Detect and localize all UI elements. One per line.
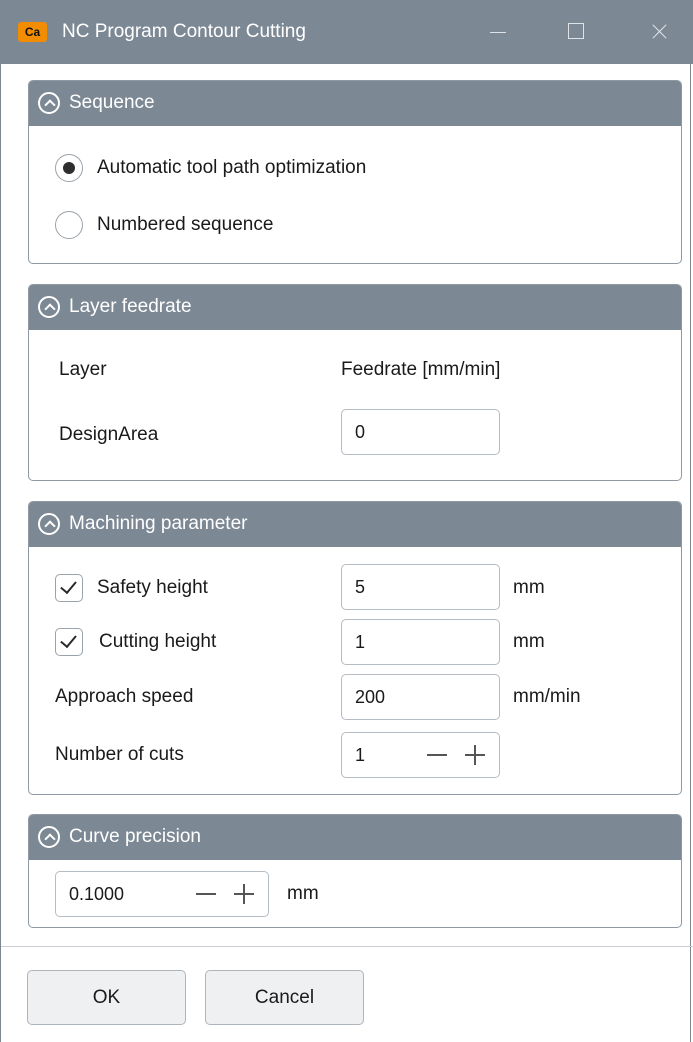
plus-icon[interactable] — [465, 745, 485, 765]
window-title: NC Program Contour Cutting — [62, 21, 306, 42]
close-button[interactable] — [644, 17, 674, 47]
number-of-cuts-label: Number of cuts — [55, 744, 184, 765]
curve-precision-header[interactable]: Curve precision — [29, 815, 681, 860]
minus-icon[interactable] — [196, 893, 216, 895]
footer-divider — [1, 946, 693, 947]
chevron-up-icon[interactable] — [38, 296, 60, 318]
app-logo-icon: Ca — [18, 22, 47, 42]
feedrate-column-header: Feedrate [mm/min] — [341, 359, 501, 380]
number-of-cuts-stepper[interactable]: 1 — [341, 732, 500, 778]
safety-height-unit: mm — [513, 577, 545, 598]
cancel-button[interactable]: Cancel — [205, 970, 364, 1025]
title-bar: Ca NC Program Contour Cutting — [1, 0, 693, 64]
cutting-height-label[interactable]: Cutting height — [99, 630, 216, 654]
layer-column-header: Layer — [59, 359, 107, 380]
minimize-icon — [490, 32, 506, 33]
machining-group: Machining parameter Safety height 5 mm C… — [28, 501, 682, 795]
maximize-icon — [568, 23, 584, 39]
machining-title: Machining parameter — [69, 513, 248, 534]
auto-optimization-radio[interactable] — [55, 154, 83, 182]
chevron-up-icon[interactable] — [38, 513, 60, 535]
sequence-title: Sequence — [69, 92, 155, 113]
feedrate-input[interactable]: 0 — [341, 409, 500, 455]
sequence-group: Sequence Automatic tool path optimizatio… — [28, 80, 682, 264]
curve-precision-group: Curve precision 0.1000 mm — [28, 814, 682, 928]
chevron-up-icon[interactable] — [38, 826, 60, 848]
minus-icon[interactable] — [427, 754, 447, 756]
layer-feedrate-group: Layer feedrate Layer Feedrate [mm/min] D… — [28, 284, 682, 481]
numbered-sequence-label[interactable]: Numbered sequence — [97, 213, 273, 237]
cutting-height-unit: mm — [513, 631, 545, 652]
ok-button[interactable]: OK — [27, 970, 186, 1025]
auto-optimization-label[interactable]: Automatic tool path optimization — [97, 156, 366, 180]
safety-height-checkbox[interactable] — [55, 574, 83, 602]
close-icon — [644, 17, 674, 47]
number-of-cuts-value: 1 — [355, 745, 366, 765]
layer-feedrate-title: Layer feedrate — [69, 296, 192, 317]
machining-header[interactable]: Machining parameter — [29, 502, 681, 547]
safety-height-label[interactable]: Safety height — [97, 576, 208, 600]
cutting-height-input[interactable]: 1 — [341, 619, 500, 665]
layer-feedrate-header[interactable]: Layer feedrate — [29, 285, 681, 330]
cutting-height-checkbox[interactable] — [55, 628, 83, 656]
numbered-sequence-radio[interactable] — [55, 211, 83, 239]
maximize-button[interactable] — [561, 17, 591, 47]
safety-height-input[interactable]: 5 — [341, 564, 500, 610]
curve-precision-unit: mm — [287, 883, 319, 904]
sequence-header[interactable]: Sequence — [29, 81, 681, 126]
plus-icon[interactable] — [234, 884, 254, 904]
curve-precision-value: 0.1000 — [69, 884, 125, 904]
chevron-up-icon[interactable] — [38, 92, 60, 114]
curve-precision-title: Curve precision — [69, 826, 201, 847]
minimize-button[interactable] — [483, 17, 513, 47]
layer-name: DesignArea — [59, 424, 159, 445]
approach-speed-input[interactable]: 200 — [341, 674, 500, 720]
dialog-window: Ca NC Program Contour Cutting Sequence A… — [0, 0, 693, 1042]
curve-precision-stepper[interactable]: 0.1000 — [55, 871, 269, 917]
approach-speed-label: Approach speed — [55, 686, 194, 707]
approach-speed-unit: mm/min — [513, 686, 581, 707]
